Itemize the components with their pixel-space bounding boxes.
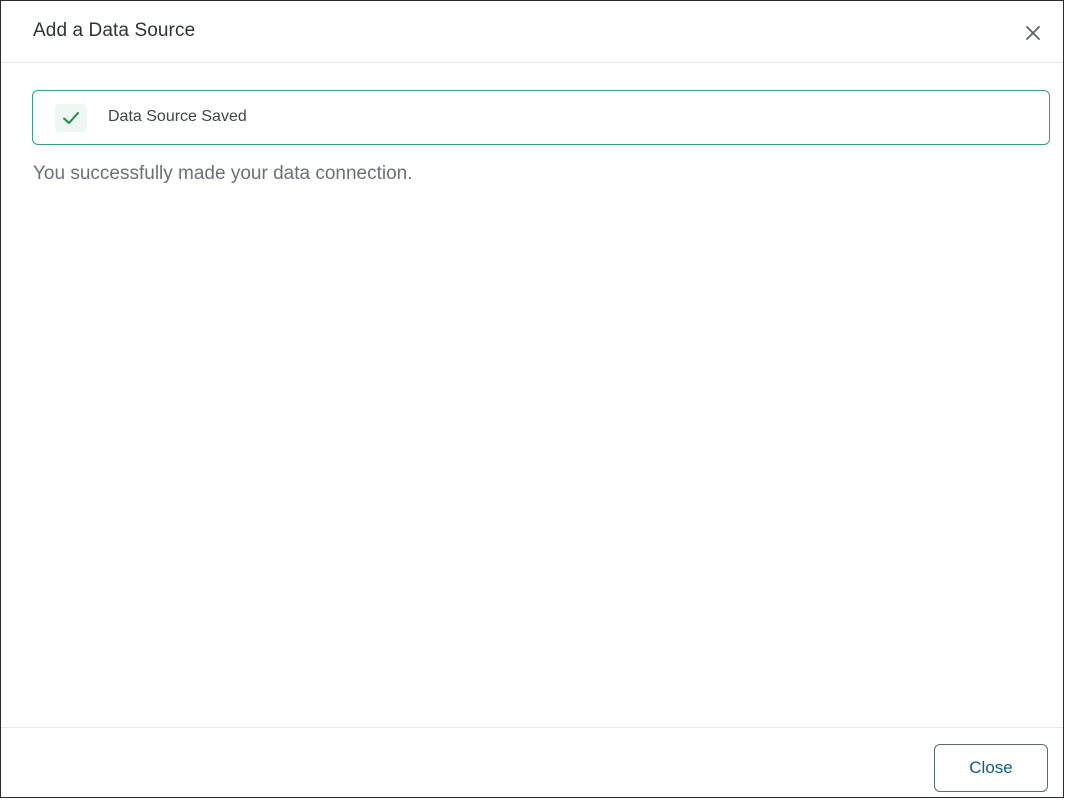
close-button[interactable]: Close (934, 744, 1048, 792)
close-icon[interactable] (1019, 19, 1047, 47)
dialog-header: Add a Data Source (1, 1, 1063, 63)
success-message: You successfully made your data connecti… (33, 163, 413, 184)
success-banner: Data Source Saved (32, 90, 1050, 145)
success-banner-text: Data Source Saved (108, 108, 247, 125)
add-data-source-dialog: Add a Data Source Data Source Saved You … (0, 0, 1064, 798)
dialog-footer: Close (1, 727, 1063, 799)
dialog-title: Add a Data Source (33, 20, 196, 41)
checkmark-icon (55, 104, 87, 132)
